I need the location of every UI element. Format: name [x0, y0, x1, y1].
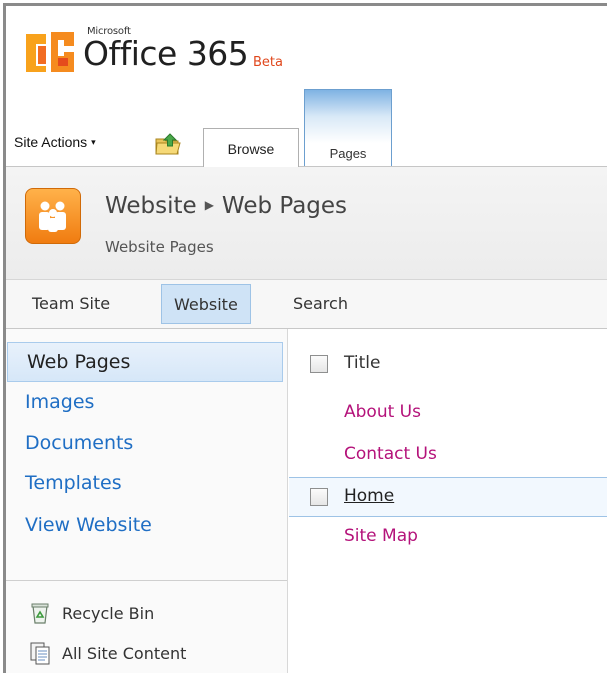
title-area: Website ▶ Web Pages Website Pages [6, 167, 607, 280]
column-header-title[interactable]: Title [344, 353, 380, 373]
pages-list: Title About Us Contact Us Home Site Map [289, 329, 607, 673]
site-actions-label: Site Actions [14, 134, 88, 150]
list-item-contact-us[interactable]: Contact Us [344, 444, 437, 464]
breadcrumb: Website ▶ Web Pages [105, 193, 347, 219]
list-item-about-us[interactable]: About Us [344, 402, 421, 422]
nav-divider [6, 580, 287, 581]
tab-pages[interactable]: Pages [304, 89, 392, 166]
recycle-bin-link[interactable]: Recycle Bin [28, 601, 154, 625]
sidebar-item-web-pages[interactable]: Web Pages [7, 342, 283, 382]
ribbon-tab-bar: Site Actions ▾ Browse Pages [6, 89, 607, 167]
topnav-item-website[interactable]: Website [161, 284, 251, 324]
sidebar-item-templates[interactable]: Templates [6, 464, 284, 504]
navigate-up-icon[interactable] [154, 132, 184, 156]
suite-header: Microsoft Office 365 Beta Site Actions ▾ … [6, 6, 607, 167]
breadcrumb-root[interactable]: Website [105, 193, 197, 219]
row-checkbox-home[interactable] [310, 488, 328, 506]
chevron-down-icon: ▾ [91, 137, 96, 147]
tab-browse[interactable]: Browse [203, 128, 299, 167]
sidebar-item-documents[interactable]: Documents [6, 424, 284, 464]
office365-logo[interactable]: Microsoft Office 365 Beta [24, 24, 324, 84]
tab-pages-label: Pages [329, 146, 367, 161]
all-site-content-link[interactable]: All Site Content [28, 641, 186, 665]
recycle-bin-icon [31, 603, 49, 624]
recycle-bin-label: Recycle Bin [62, 603, 155, 623]
sidebar-item-view-website[interactable]: View Website [6, 506, 284, 546]
topnav-item-search[interactable]: Search [281, 284, 360, 324]
tab-browse-label: Browse [227, 141, 275, 157]
sharepoint-window: Microsoft Office 365 Beta Site Actions ▾ … [3, 3, 607, 673]
page-subtitle: Website Pages [105, 238, 214, 256]
select-all-checkbox[interactable] [310, 355, 328, 373]
breadcrumb-current: Web Pages [221, 193, 348, 219]
all-site-content-icon [30, 642, 50, 665]
people-site-icon [25, 188, 81, 244]
all-site-content-label: All Site Content [62, 643, 187, 663]
table-row-selected[interactable] [289, 477, 607, 517]
beta-badge: Beta [253, 55, 283, 70]
breadcrumb-arrow-icon: ▶ [204, 198, 214, 212]
list-item-home[interactable]: Home [344, 486, 394, 506]
office-logo-icon [26, 32, 74, 72]
quick-launch: Web Pages Images Documents Templates Vie… [6, 329, 288, 673]
list-item-site-map[interactable]: Site Map [344, 526, 418, 546]
topnav-item-team-site[interactable]: Team Site [20, 284, 122, 324]
sidebar-item-images[interactable]: Images [6, 383, 284, 423]
brand-name: Office 365 [83, 34, 249, 73]
top-nav: Team Site Website Search [6, 280, 607, 329]
site-actions-menu[interactable]: Site Actions ▾ [14, 134, 96, 150]
